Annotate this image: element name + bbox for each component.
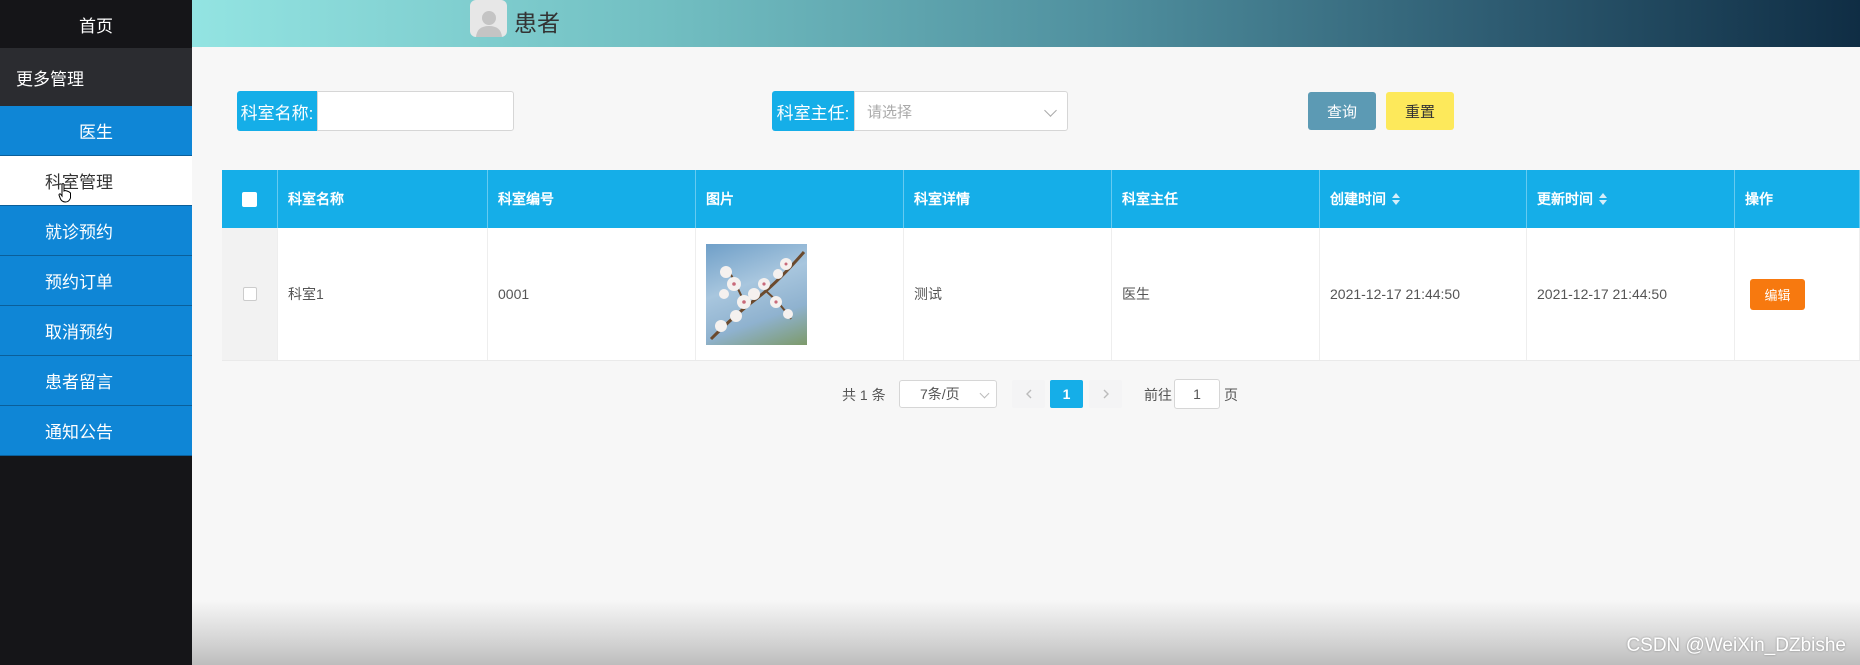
column-header-created[interactable]: 创建时间 <box>1320 170 1527 228</box>
column-header-director: 科室主任 <box>1112 170 1320 228</box>
row-checkbox[interactable] <box>242 287 257 301</box>
chevron-down-icon <box>979 388 990 399</box>
sidebar-item-patient-messages[interactable]: 患者留言 <box>0 356 192 406</box>
director-select-placeholder: 请选择 <box>867 103 913 121</box>
sidebar-item-appointment[interactable]: 就诊预约 <box>0 206 192 256</box>
sidebar-item-doctor[interactable]: 医生 <box>0 106 192 156</box>
page-size-value: 7条/页 <box>920 386 960 402</box>
sidebar-item-appointment-orders[interactable]: 预约订单 <box>0 256 192 306</box>
next-page-button[interactable] <box>1089 380 1122 408</box>
sort-icon[interactable] <box>1599 193 1607 205</box>
goto-label: 前往 <box>1144 387 1172 403</box>
cell-created: 2021-12-17 21:44:50 <box>1320 228 1527 360</box>
cell-image <box>696 228 904 360</box>
table-header: 科室名称 科室编号 图片 科室详情 科室主任 创建时间 更新时间 操作 <box>222 170 1860 228</box>
page-size-select[interactable]: 7条/页 <box>899 380 997 408</box>
table-row: 科室1 0001 测试 医生 2021-12-17 21:44:50 2021-… <box>222 228 1860 361</box>
prev-page-button[interactable] <box>1012 380 1045 408</box>
select-all-checkbox-cell[interactable] <box>222 170 278 228</box>
sort-icon[interactable] <box>1392 193 1400 205</box>
goto-unit: 页 <box>1224 387 1238 403</box>
sidebar: 首页 更多管理 医生 科室管理 就诊预约 预约订单 取消预约 患者留言 通知公告 <box>0 0 192 665</box>
edit-button[interactable]: 编辑 <box>1750 278 1805 310</box>
watermark: CSDN @WeiXin_DZbishe <box>1626 635 1846 656</box>
page-button-current[interactable]: 1 <box>1050 380 1083 408</box>
cell-name: 科室1 <box>278 228 488 360</box>
chevron-right-icon <box>1103 389 1109 399</box>
director-select[interactable]: 请选择 <box>854 91 1068 131</box>
department-image[interactable] <box>706 243 807 345</box>
column-header-image: 图片 <box>696 170 904 228</box>
sidebar-item-department-management[interactable]: 科室管理 <box>0 156 192 206</box>
reset-button[interactable]: 重置 <box>1386 92 1454 130</box>
goto-page-input[interactable]: 1 <box>1174 379 1220 409</box>
department-name-input[interactable] <box>317 91 514 131</box>
select-all-checkbox[interactable] <box>242 191 257 207</box>
header-title: 患者 <box>514 10 560 36</box>
column-header-detail: 科室详情 <box>904 170 1112 228</box>
query-button[interactable]: 查询 <box>1308 92 1376 130</box>
top-header: 患者 <box>192 0 1860 47</box>
sidebar-home[interactable]: 首页 <box>0 0 192 48</box>
bottom-fade: CSDN @WeiXin_DZbishe <box>192 600 1860 665</box>
cell-director: 医生 <box>1112 228 1320 360</box>
department-name-label: 科室名称: <box>237 91 317 131</box>
director-label: 科室主任: <box>772 91 854 131</box>
column-header-name: 科室名称 <box>278 170 488 228</box>
column-header-code: 科室编号 <box>488 170 696 228</box>
cell-code: 0001 <box>488 228 696 360</box>
row-checkbox-cell[interactable] <box>222 228 278 360</box>
cell-action: 编辑 <box>1735 228 1860 360</box>
sidebar-item-cancel-appointment[interactable]: 取消预约 <box>0 306 192 356</box>
cell-detail: 测试 <box>904 228 1112 360</box>
hand-cursor-icon <box>58 183 71 203</box>
sidebar-group-more-management[interactable]: 更多管理 <box>0 48 192 106</box>
cell-updated: 2021-12-17 21:44:50 <box>1527 228 1735 360</box>
department-table: 科室名称 科室编号 图片 科室详情 科室主任 创建时间 更新时间 操作 科室1 … <box>222 170 1860 361</box>
column-header-action: 操作 <box>1735 170 1860 228</box>
column-header-created-label: 创建时间 <box>1330 191 1386 207</box>
column-header-updated[interactable]: 更新时间 <box>1527 170 1735 228</box>
sidebar-item-notices[interactable]: 通知公告 <box>0 406 192 456</box>
column-header-updated-label: 更新时间 <box>1537 191 1593 207</box>
user-icon[interactable] <box>470 0 507 37</box>
chevron-down-icon <box>1044 104 1057 117</box>
chevron-left-icon <box>1025 389 1031 399</box>
pagination-total: 共 1 条 <box>842 387 886 403</box>
